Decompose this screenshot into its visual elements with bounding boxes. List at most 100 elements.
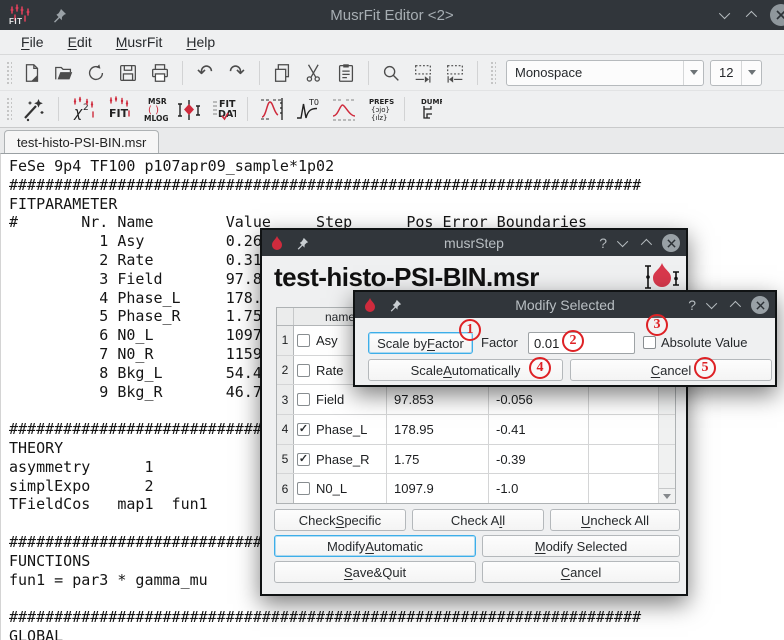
maximize-icon[interactable] <box>641 234 649 252</box>
table-row[interactable]: 5 ✓Phase_R 1.75 -0.39 <box>277 445 675 475</box>
menu-edit[interactable]: Edit <box>57 32 103 52</box>
fit-dat-icon[interactable]: FITDAT <box>208 96 238 122</box>
param-value: 1097.9 <box>387 474 489 503</box>
param-step: -0.056 <box>489 385 589 414</box>
prefs-icon[interactable]: PREFS{ɔjo}{ılz} <box>365 96 395 122</box>
msr-mlog-icon[interactable]: MSR( )MLOG <box>140 96 170 122</box>
toolbar-drag-handle[interactable] <box>490 61 496 85</box>
modify-selected-button[interactable]: Modify Selected <box>482 535 680 557</box>
font-size-combobox[interactable]: 12 <box>710 60 762 86</box>
chisq-icon[interactable]: χ2 <box>68 96 98 122</box>
svg-text:PREFS: PREFS <box>369 98 394 106</box>
combobox-arrow-icon[interactable] <box>683 61 703 85</box>
row-number: 2 <box>277 356 294 385</box>
cancel-button[interactable]: Cancel <box>482 561 680 583</box>
row-checkbox[interactable] <box>297 364 310 377</box>
tab-msr-file[interactable]: test-histo-PSI-BIN.msr <box>4 130 159 154</box>
svg-text:{ɔjo}: {ɔjo} <box>371 106 390 114</box>
maximize-icon[interactable] <box>730 296 738 314</box>
fit-icon[interactable]: FIT <box>104 96 134 122</box>
row-checkbox[interactable] <box>297 334 310 347</box>
param-value: 1.75 <box>387 445 489 474</box>
menu-help[interactable]: Help <box>175 32 226 52</box>
svg-text:FIT: FIT <box>109 107 129 120</box>
help-icon[interactable]: ? <box>688 297 696 313</box>
reload-icon[interactable] <box>83 60 109 86</box>
editor-line: GLOBAL <box>9 627 784 640</box>
annotation-badge-5: 5 <box>694 357 716 379</box>
param-name: Phase_R <box>316 452 369 467</box>
minimize-icon[interactable] <box>709 296 717 314</box>
pin-icon[interactable] <box>296 237 309 250</box>
help-icon[interactable]: ? <box>599 235 607 251</box>
row-number: 3 <box>277 385 294 414</box>
find-icon[interactable] <box>378 60 404 86</box>
table-row[interactable]: 4 ✓Phase_L 178.95 -0.41 <box>277 415 675 445</box>
scroll-down-icon[interactable] <box>659 488 675 503</box>
uncheck-all-button[interactable]: Uncheck All <box>550 509 680 531</box>
musrfit-toolbar: χ2 FIT MSR( )MLOG FITDAT T0 PREFS{ɔjo}{ı… <box>0 91 784 128</box>
modify-automatic-button[interactable]: Modify Automatic <box>274 535 476 557</box>
wand-icon[interactable] <box>19 96 49 122</box>
combobox-arrow-icon[interactable] <box>741 61 761 85</box>
row-checkbox[interactable] <box>297 393 310 406</box>
redo-icon[interactable]: ↷ <box>224 60 250 86</box>
row-checkbox[interactable]: ✓ <box>297 423 310 436</box>
paste-icon[interactable] <box>333 60 359 86</box>
absolute-value-checkbox[interactable] <box>643 336 656 349</box>
param-name: Rate <box>316 363 343 378</box>
minimize-icon[interactable] <box>620 234 628 252</box>
check-all-button[interactable]: Check All <box>412 509 544 531</box>
copy-icon[interactable] <box>269 60 295 86</box>
menu-musrfit[interactable]: MusrFit <box>105 32 174 52</box>
toolbar-drag-handle[interactable] <box>6 61 12 85</box>
toolbar-drag-handle[interactable] <box>6 97 12 121</box>
annotation-badge-3: 3 <box>646 314 668 336</box>
new-file-icon[interactable] <box>19 60 45 86</box>
musrview-icon[interactable] <box>176 96 202 122</box>
t0-icon[interactable]: T0 <box>293 96 323 122</box>
pin-icon[interactable] <box>52 8 67 23</box>
svg-text:{ılz}: {ılz} <box>371 114 387 122</box>
cancel-button[interactable]: Cancel <box>570 359 772 381</box>
file-toolbar: ↶ ↷ Monospace 12 <box>0 55 784 91</box>
table-scrollbar[interactable] <box>659 474 675 503</box>
check-specific-button[interactable]: Check Specific <box>274 509 406 531</box>
dump-icon[interactable]: DUMP <box>414 96 444 122</box>
modify-selected-titlebar: Modify Selected ? <box>355 292 775 318</box>
find-previous-icon[interactable] <box>442 60 468 86</box>
table-row[interactable]: 3 Field 97.853 -0.056 <box>277 385 675 415</box>
tab-label: test-histo-PSI-BIN.msr <box>17 135 146 150</box>
row-checkbox[interactable]: ✓ <box>297 453 310 466</box>
corner-header <box>277 308 294 325</box>
font-family-value: Monospace <box>515 65 582 80</box>
table-row[interactable]: 6 N0_L 1097.9 -1.0 <box>277 474 675 503</box>
plot-fit-icon[interactable] <box>257 96 287 122</box>
font-family-combobox[interactable]: Monospace <box>506 60 704 86</box>
save-quit-button[interactable]: Save&Quit <box>274 561 476 583</box>
peak-icon[interactable] <box>329 96 359 122</box>
musrstep-dialog: musrStep ? test-histo-PSI-BIN.msr name <box>260 228 688 596</box>
row-number: 4 <box>277 415 294 444</box>
menu-file[interactable]: File <box>10 32 55 52</box>
editor-line: FeSe 9p4 TF100 p107apr09_sample*1p02 <box>9 157 784 176</box>
open-file-icon[interactable] <box>51 60 77 86</box>
undo-icon[interactable]: ↶ <box>192 60 218 86</box>
close-icon[interactable] <box>662 234 680 252</box>
close-icon[interactable] <box>751 296 769 314</box>
param-name: Field <box>316 392 344 407</box>
pin-icon[interactable] <box>389 299 402 312</box>
svg-text:MLOG: MLOG <box>144 114 168 122</box>
close-icon[interactable] <box>770 4 784 26</box>
row-checkbox[interactable] <box>297 482 310 495</box>
cut-icon[interactable] <box>301 60 327 86</box>
find-next-icon[interactable] <box>410 60 436 86</box>
absolute-value-label: Absolute Value <box>661 335 748 350</box>
print-icon[interactable] <box>147 60 173 86</box>
scale-by-factor-button[interactable]: Scale by Factor <box>368 332 473 354</box>
maximize-icon[interactable] <box>746 6 754 24</box>
musrstep-titlebar: musrStep ? <box>262 230 686 256</box>
minimize-icon[interactable] <box>722 6 730 24</box>
save-icon[interactable] <box>115 60 141 86</box>
svg-text:DUMP: DUMP <box>421 98 442 106</box>
